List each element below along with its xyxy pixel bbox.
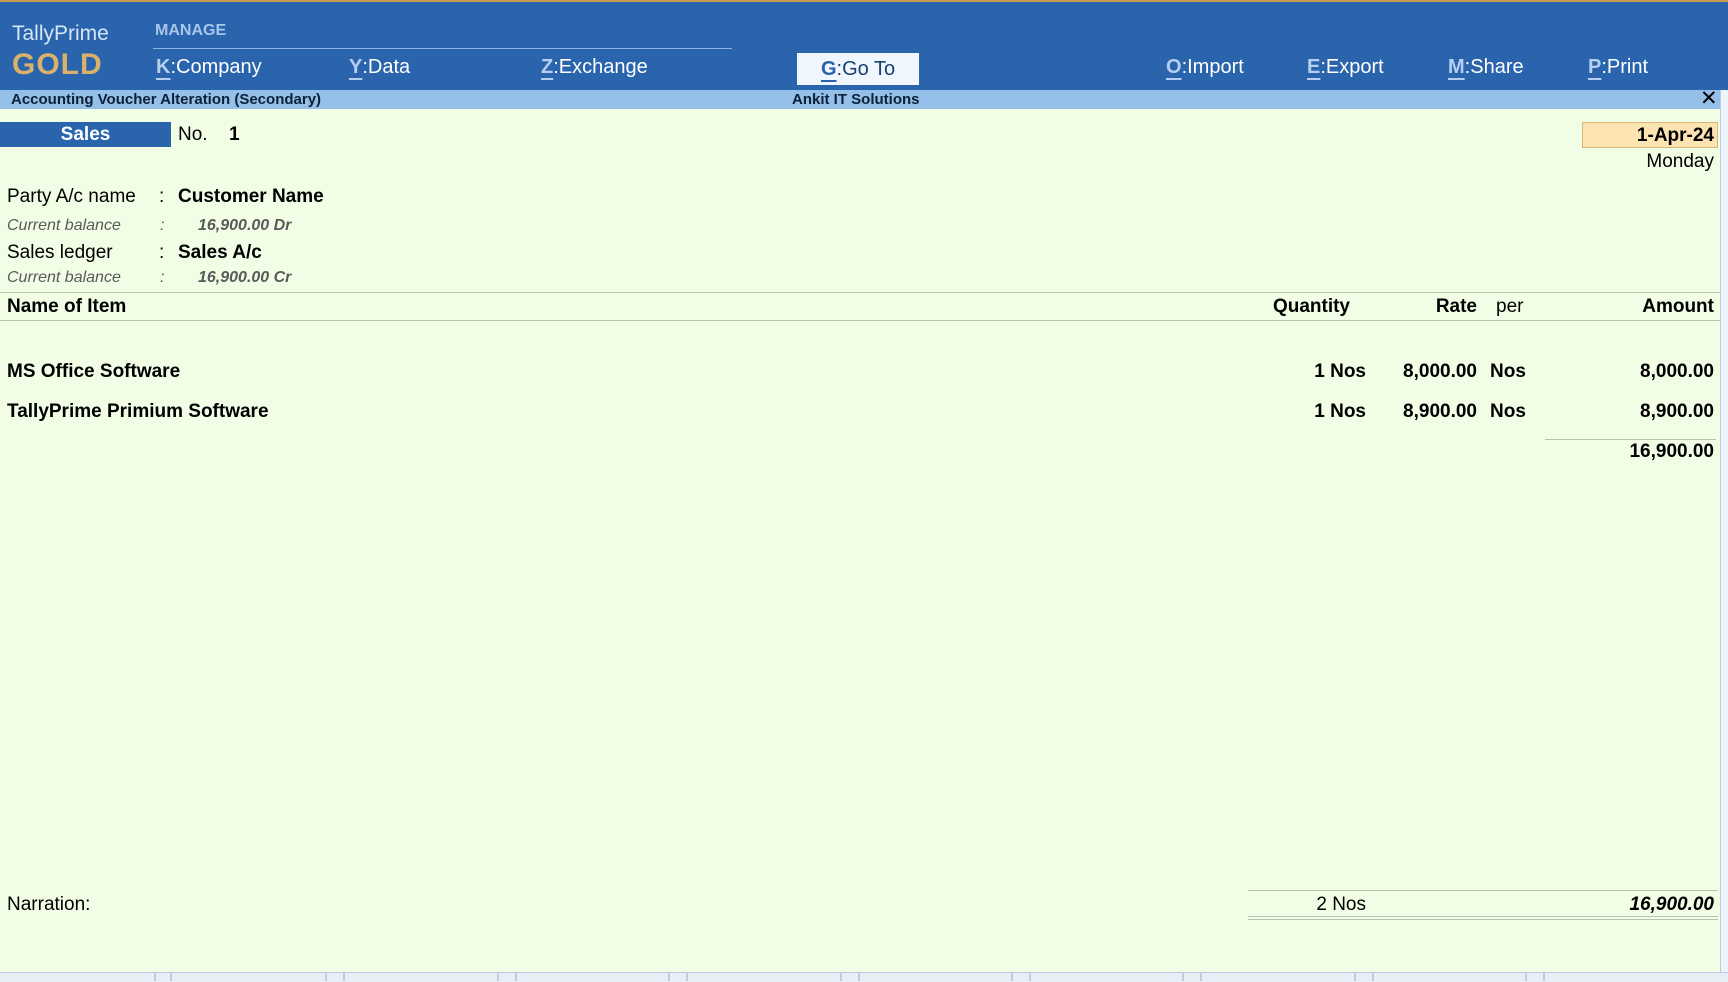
menu-key: G bbox=[820, 58, 837, 80]
total-bottom-rule bbox=[1248, 916, 1718, 917]
party-balance: 16,900.00 Dr bbox=[198, 217, 292, 234]
bottom-divider bbox=[497, 972, 499, 981]
menu-exchange[interactable]: Z:Exchange bbox=[541, 56, 648, 79]
bottom-divider bbox=[325, 972, 327, 981]
menu-key: P bbox=[1588, 56, 1602, 78]
menu-label: Company bbox=[176, 56, 262, 78]
col-header-quantity: Quantity bbox=[1272, 296, 1350, 317]
bottom-divider bbox=[858, 972, 860, 981]
menu-company[interactable]: K:Company bbox=[156, 56, 262, 79]
menu-goto[interactable]: G:Go To bbox=[797, 53, 919, 85]
menu-label: Print bbox=[1606, 56, 1649, 78]
item-per: Nos bbox=[1490, 401, 1526, 422]
menu-print[interactable]: P:Print bbox=[1588, 56, 1648, 79]
menu-key: Z bbox=[541, 56, 554, 78]
menu-share[interactable]: M:Share bbox=[1448, 56, 1524, 79]
company-name: Ankit IT Solutions bbox=[792, 91, 920, 108]
menu-export[interactable]: E:Export bbox=[1307, 56, 1384, 79]
menu-key: E bbox=[1307, 56, 1321, 78]
bottom-divider bbox=[1543, 972, 1545, 981]
brand-name: TallyPrime bbox=[12, 22, 109, 45]
subtotal-amount: 16,900.00 bbox=[1629, 441, 1714, 462]
item-per: Nos bbox=[1490, 361, 1526, 382]
field-colon: : bbox=[160, 217, 165, 234]
menu-label: Data bbox=[367, 56, 411, 78]
item-quantity: 1 Nos bbox=[1314, 401, 1366, 422]
party-name-field[interactable]: Customer Name bbox=[178, 186, 324, 208]
ledger-balance-label: Current balance bbox=[7, 269, 121, 286]
bottom-divider bbox=[1029, 972, 1031, 981]
col-header-rate: Rate bbox=[1435, 296, 1477, 317]
header-top-rule bbox=[0, 292, 1720, 293]
manage-divider bbox=[153, 48, 732, 49]
right-button-bar bbox=[1720, 90, 1728, 972]
bottom-divider bbox=[343, 972, 345, 981]
menu-label: Go To bbox=[842, 58, 896, 80]
total-top-rule bbox=[1248, 890, 1718, 891]
bottom-divider bbox=[1011, 972, 1013, 981]
ledger-label: Sales ledger bbox=[7, 242, 113, 263]
menu-key: M bbox=[1448, 56, 1465, 78]
menu-key: K bbox=[156, 56, 171, 78]
bottom-divider bbox=[1372, 972, 1374, 981]
menu-label: Exchange bbox=[558, 56, 648, 78]
voucher-area bbox=[0, 109, 1720, 972]
total-quantity: 2 Nos bbox=[1316, 894, 1366, 915]
bottom-divider bbox=[1200, 972, 1202, 981]
field-colon: : bbox=[160, 269, 165, 286]
total-amount: 16,900.00 bbox=[1629, 894, 1714, 915]
bottom-divider bbox=[668, 972, 670, 981]
col-header-item: Name of Item bbox=[7, 296, 127, 317]
bottom-divider bbox=[154, 972, 156, 981]
bottom-divider bbox=[840, 972, 842, 981]
menu-label: Import bbox=[1187, 56, 1244, 78]
field-colon: : bbox=[159, 186, 165, 207]
item-rate: 8,900.00 bbox=[1403, 401, 1477, 422]
subtotal-rule bbox=[1545, 439, 1716, 440]
col-header-amount: Amount bbox=[1642, 296, 1714, 317]
menu-data[interactable]: Y:Data bbox=[349, 56, 410, 79]
field-colon: : bbox=[159, 242, 165, 263]
item-rate: 8,000.00 bbox=[1403, 361, 1477, 382]
party-label: Party A/c name bbox=[7, 186, 136, 207]
menu-import[interactable]: O:Import bbox=[1166, 56, 1244, 79]
voucher-no[interactable]: 1 bbox=[229, 124, 240, 146]
sales-ledger-field[interactable]: Sales A/c bbox=[178, 242, 262, 264]
voucher-type-badge[interactable]: Sales bbox=[0, 122, 171, 147]
party-balance-label: Current balance bbox=[7, 217, 121, 234]
menu-key: O bbox=[1166, 56, 1182, 78]
item-amount: 8,900.00 bbox=[1640, 401, 1714, 422]
bottom-divider bbox=[686, 972, 688, 981]
bottom-divider bbox=[1525, 972, 1527, 981]
close-icon[interactable]: ✕ bbox=[1700, 88, 1718, 110]
item-amount: 8,000.00 bbox=[1640, 361, 1714, 382]
voucher-no-label: No. bbox=[178, 124, 208, 145]
menu-label: Share bbox=[1470, 56, 1524, 78]
table-row[interactable]: TallyPrime Primium Software 1 Nos 8,900.… bbox=[0, 398, 1720, 428]
col-header-per: per bbox=[1496, 296, 1524, 317]
table-row[interactable]: MS Office Software 1 Nos 8,000.00 Nos 8,… bbox=[0, 358, 1720, 388]
menu-label: Export bbox=[1325, 56, 1384, 78]
item-name: MS Office Software bbox=[7, 361, 181, 382]
bottom-divider bbox=[515, 972, 517, 981]
item-name: TallyPrime Primium Software bbox=[7, 401, 269, 422]
bottom-divider bbox=[1354, 972, 1356, 981]
header-bottom-rule bbox=[0, 320, 1720, 321]
voucher-day: Monday bbox=[1646, 151, 1714, 172]
bottom-divider bbox=[170, 972, 172, 981]
screen-title: Accounting Voucher Alteration (Secondary… bbox=[11, 91, 322, 108]
brand-tier: GOLD bbox=[12, 48, 103, 81]
voucher-date[interactable]: 1-Apr-24 bbox=[1582, 122, 1718, 148]
manage-label: MANAGE bbox=[155, 22, 227, 39]
menu-key: Y bbox=[349, 56, 363, 78]
total-double-rule bbox=[1248, 919, 1718, 920]
bottom-divider bbox=[1182, 972, 1184, 981]
narration-label: Narration: bbox=[7, 894, 91, 915]
ledger-balance: 16,900.00 Cr bbox=[198, 269, 292, 286]
item-quantity: 1 Nos bbox=[1314, 361, 1366, 382]
